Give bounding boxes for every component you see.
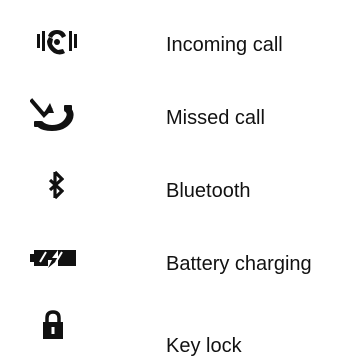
bluetooth-icon <box>0 168 90 208</box>
key-lock-icon <box>0 310 90 350</box>
missed-call-icon <box>0 95 90 135</box>
legend-label-missed-call: Missed call <box>166 107 265 129</box>
legend-row-bluetooth: Bluetooth <box>0 168 352 208</box>
legend-row-key-lock: Key lock <box>0 310 352 357</box>
battery-charging-icon <box>0 240 90 280</box>
legend-row-incoming-call: Incoming call <box>0 22 352 62</box>
legend-label-key-lock: Key lock <box>166 335 242 357</box>
legend-label-incoming-call: Incoming call <box>166 34 283 56</box>
status-icon-legend: Incoming call Missed call Bluetooth Batt… <box>0 0 352 362</box>
incoming-call-icon <box>0 22 90 62</box>
legend-row-battery-charging: Battery charging <box>0 240 352 280</box>
legend-label-battery-charging: Battery charging <box>166 253 312 275</box>
legend-label-bluetooth: Bluetooth <box>166 180 251 202</box>
legend-row-missed-call: Missed call <box>0 95 352 135</box>
